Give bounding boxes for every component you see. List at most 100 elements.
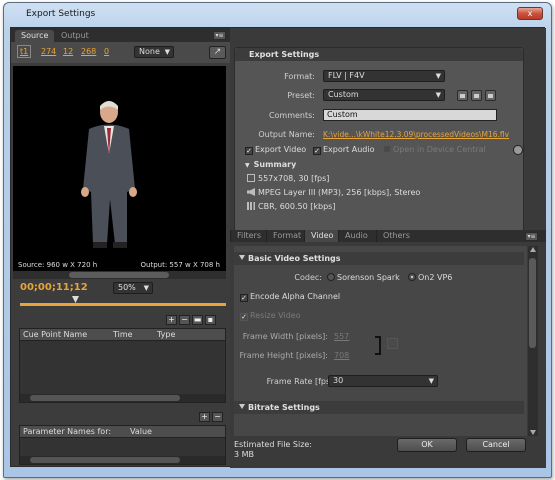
export-video-checkbox[interactable]: ✓ Export Video (245, 145, 306, 155)
scroll-thumb[interactable] (30, 457, 180, 463)
crop-proportions-dropdown[interactable]: None ▼ (134, 46, 174, 58)
panel-menu-icon[interactable]: ▾≡ (525, 232, 538, 241)
format-value: FLV | F4V (328, 71, 365, 80)
chevron-down-icon: ▼ (435, 72, 441, 80)
summary-audio-text: MPEG Layer III (MP3), 256 [kbps], Stereo (258, 188, 421, 197)
import-preset-icon[interactable] (471, 90, 482, 101)
playhead[interactable] (72, 296, 79, 303)
encode-alpha-checkbox[interactable]: ✓ Encode Alpha Channel (240, 292, 340, 302)
encode-alpha-label: Encode Alpha Channel (250, 292, 341, 301)
frame-rate-label: Frame Rate [fps]: (266, 377, 336, 386)
summary-bitrate: CBR, 600.50 [kbps] (247, 202, 335, 211)
basic-video-settings-header[interactable]: Basic Video Settings (234, 252, 524, 265)
tab-format[interactable]: Format (266, 230, 307, 242)
tab-others[interactable]: Others (376, 230, 416, 242)
source-panel: Source Output ▾≡ t1 274 12 268 0 None ▼ … (11, 28, 230, 468)
settings-tabs: Filters Format Video Audio Others ▾≡ (230, 230, 546, 242)
timecode[interactable]: 00;00;11;12 (20, 282, 88, 293)
export-audio-checkbox[interactable]: ✓ Export Audio (313, 145, 374, 155)
open-device-central-checkbox: Open in Device Central (383, 145, 486, 154)
add-cue-point-button[interactable]: + (166, 315, 177, 325)
preset-dropdown[interactable]: Custom ▼ (323, 89, 445, 101)
checkbox-checked-icon: ✓ (240, 294, 248, 302)
delete-preset-icon[interactable] (485, 90, 496, 101)
cancel-button[interactable]: Cancel (466, 438, 526, 452)
codec-label: Codec: (294, 273, 322, 282)
frame-rate-dropdown[interactable]: 30 ▼ (328, 375, 438, 387)
summary-label: Summary (253, 160, 297, 169)
checkbox-unchecked-icon (383, 145, 391, 153)
tab-source[interactable]: Source (15, 30, 55, 42)
bitrate-settings-header[interactable]: Bitrate Settings (234, 401, 524, 414)
film-icon (247, 174, 255, 182)
preset-label: Preset: (287, 91, 315, 100)
export-settings-section: Export Settings Format: FLV | F4V ▼ Pres… (234, 47, 524, 237)
scroll-thumb[interactable] (30, 395, 180, 401)
column-time: Time (113, 330, 133, 339)
parameter-table-header: Parameter Names for: Value (20, 426, 225, 438)
resize-video-label: Resize Video (250, 311, 301, 320)
source-toolbar: t1 274 12 268 0 None ▼ ↗ (11, 42, 230, 63)
cue-table-scrollbar[interactable] (20, 394, 225, 402)
comments-field[interactable]: Custom (323, 109, 497, 121)
crop-bottom-value[interactable]: 0 (104, 47, 109, 56)
tab-audio[interactable]: Audio (338, 230, 374, 242)
codec-on2-radio[interactable]: On2 VP6 (408, 273, 452, 282)
crop-output-button[interactable]: ↗ (209, 46, 226, 59)
summary-title[interactable]: ▼ Summary (245, 160, 296, 169)
estimated-file-size-value: 3 MB (234, 450, 255, 459)
remove-parameter-button[interactable]: − (212, 412, 223, 422)
crop-right-value[interactable]: 268 (81, 47, 96, 56)
timeline[interactable] (20, 296, 226, 306)
crop-top-value[interactable]: 12 (63, 47, 73, 56)
scroll-thumb[interactable] (69, 272, 169, 278)
aspect-link-bracket-icon (375, 336, 381, 355)
preview-scrollbar[interactable] (13, 271, 226, 279)
settings-scrollbar[interactable] (528, 246, 538, 436)
device-central-globe-icon[interactable] (513, 145, 523, 155)
chevron-down-icon: ▼ (143, 284, 149, 292)
crop-left-value[interactable]: 274 (41, 47, 56, 56)
speaker-icon (247, 188, 255, 196)
codec-sorenson-radio[interactable]: Sorenson Spark (327, 273, 400, 282)
save-icon[interactable]: ▪ (205, 315, 216, 325)
timeline-track[interactable] (20, 303, 226, 306)
zoom-value: 50% (118, 283, 136, 292)
folder-icon[interactable]: ▬ (192, 315, 203, 325)
add-parameter-button[interactable]: + (199, 412, 210, 422)
codec-sorenson-label: Sorenson Spark (337, 273, 400, 282)
scroll-thumb[interactable] (529, 258, 536, 348)
speaker-video-frame (81, 101, 137, 248)
output-name-link[interactable]: K:\vide...\kWhite12.3.09\processedVideos… (323, 130, 509, 139)
scroll-down-icon[interactable] (530, 430, 536, 435)
preset-value: Custom (328, 90, 359, 99)
cue-table-header: Cue Point Name Time Type (20, 329, 225, 341)
checkbox-checked-icon: ✓ (245, 147, 253, 155)
crop-tool-link[interactable]: t1 (17, 45, 32, 58)
close-button[interactable]: x (517, 7, 543, 20)
tab-output[interactable]: Output (55, 30, 95, 42)
scroll-up-icon[interactable] (530, 247, 536, 252)
settings-panel: Export Settings Format: FLV | F4V ▼ Pres… (230, 28, 546, 468)
frame-width-label: Frame Width [pixels]: (242, 332, 328, 341)
ok-button[interactable]: OK (397, 438, 457, 452)
export-settings-window: Export Settings x Source Output ▾≡ t1 27… (3, 2, 552, 478)
frame-height-value[interactable]: 708 (334, 351, 349, 360)
zoom-dropdown[interactable]: 50% ▼ (113, 282, 153, 294)
panel-menu-icon[interactable]: ▾≡ (213, 31, 226, 40)
frame-width-value[interactable]: 557 (334, 332, 349, 341)
open-device-central-label: Open in Device Central (393, 145, 486, 154)
format-dropdown[interactable]: FLV | F4V ▼ (323, 70, 445, 82)
save-preset-icon[interactable] (457, 90, 468, 101)
tab-video[interactable]: Video (304, 230, 340, 242)
tab-filters[interactable]: Filters (230, 230, 267, 242)
parameter-table: Parameter Names for: Value (19, 425, 226, 465)
source-dimensions: Source: 960 w X 720 h (18, 261, 98, 269)
column-value: Value (130, 427, 152, 436)
parameter-table-scrollbar[interactable] (20, 456, 225, 464)
export-audio-label: Export Audio (323, 145, 375, 154)
remove-cue-point-button[interactable]: − (179, 315, 190, 325)
parameter-tools: + − (199, 412, 225, 422)
title-bar[interactable]: Export Settings x (4, 3, 551, 27)
column-cue-point-name: Cue Point Name (23, 330, 88, 339)
